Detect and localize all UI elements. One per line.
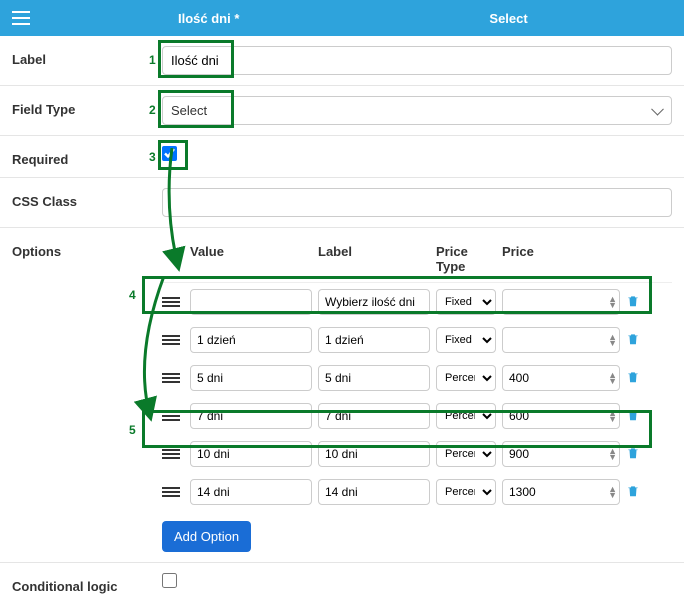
label-input[interactable] [162, 46, 672, 75]
trash-icon[interactable] [626, 373, 640, 388]
option-price-input[interactable] [502, 403, 620, 429]
option-label-input[interactable] [318, 327, 430, 353]
option-label-input[interactable] [318, 403, 430, 429]
annotation-2: 2 [149, 103, 156, 117]
option-value-input[interactable] [190, 289, 312, 315]
conditional-checkbox[interactable] [162, 573, 177, 588]
required-checkbox[interactable] [162, 146, 177, 161]
drag-handle-icon[interactable] [162, 297, 180, 307]
drag-handle-icon[interactable] [162, 373, 180, 383]
trash-icon[interactable] [626, 487, 640, 502]
option-pricetype-select[interactable]: FixedPercent [436, 479, 496, 505]
fieldtype-caption: Field Type [12, 96, 162, 117]
options-col-value: Value [190, 244, 312, 274]
option-row: FixedPercent▲▼ [162, 283, 672, 321]
option-pricetype-select[interactable]: FixedPercent [436, 365, 496, 391]
option-value-input[interactable] [190, 403, 312, 429]
drag-handle-icon[interactable] [162, 411, 180, 421]
option-price-input[interactable] [502, 365, 620, 391]
annotation-4: 4 [129, 288, 136, 302]
options-caption: Options [12, 238, 162, 259]
option-row: FixedPercent▲▼ [162, 435, 672, 473]
annotation-1: 1 [149, 53, 156, 67]
drag-handle-icon[interactable] [162, 335, 180, 345]
option-label-input[interactable] [318, 441, 430, 467]
annotation-3: 3 [149, 150, 156, 164]
row-required: Required 3 [0, 136, 684, 178]
fieldtype-select[interactable]: Select [162, 96, 672, 125]
hamburger-icon[interactable] [12, 11, 30, 25]
option-pricetype-select[interactable]: FixedPercent [436, 403, 496, 429]
option-value-input[interactable] [190, 327, 312, 353]
option-price-input[interactable] [502, 289, 620, 315]
header-field-type: Select [489, 11, 527, 26]
option-row: FixedPercent▲▼ [162, 359, 672, 397]
option-label-input[interactable] [318, 479, 430, 505]
option-price-input[interactable] [502, 441, 620, 467]
conditional-caption: Conditional logic [12, 573, 162, 594]
label-caption: Label [12, 46, 162, 67]
option-row: FixedPercent▲▼ [162, 321, 672, 359]
cssclass-caption: CSS Class [12, 188, 162, 209]
options-header: Value Label Price Type Price [162, 238, 672, 283]
trash-icon[interactable] [626, 297, 640, 312]
option-pricetype-select[interactable]: FixedPercent [436, 327, 496, 353]
add-option-button[interactable]: Add Option [162, 521, 251, 552]
trash-icon[interactable] [626, 449, 640, 464]
options-col-label: Label [318, 244, 430, 274]
options-col-pricetype: Price Type [436, 244, 496, 274]
option-price-input[interactable] [502, 327, 620, 353]
option-value-input[interactable] [190, 441, 312, 467]
option-row: FixedPercent▲▼ [162, 397, 672, 435]
cssclass-input[interactable] [162, 188, 672, 217]
trash-icon[interactable] [626, 411, 640, 426]
option-price-input[interactable] [502, 479, 620, 505]
option-label-input[interactable] [318, 365, 430, 391]
row-fieldtype: Field Type 2 Select [0, 86, 684, 136]
option-value-input[interactable] [190, 365, 312, 391]
row-cssclass: CSS Class [0, 178, 684, 228]
option-pricetype-select[interactable]: FixedPercent [436, 441, 496, 467]
trash-icon[interactable] [626, 335, 640, 350]
drag-handle-icon[interactable] [162, 449, 180, 459]
annotation-5: 5 [129, 423, 136, 437]
options-col-price: Price [502, 244, 620, 274]
option-row: FixedPercent▲▼ [162, 473, 672, 511]
option-pricetype-select[interactable]: FixedPercent [436, 289, 496, 315]
required-caption: Required [12, 146, 162, 167]
row-label: Label 1 [0, 36, 684, 86]
option-label-input[interactable] [318, 289, 430, 315]
drag-handle-icon[interactable] [162, 487, 180, 497]
panel-header: Ilość dni * Select [0, 0, 684, 36]
header-field-title: Ilość dni * [178, 11, 239, 26]
option-value-input[interactable] [190, 479, 312, 505]
row-options: Options 4 5 Value Label Price Type [0, 228, 684, 563]
row-conditional: Conditional logic [0, 563, 684, 604]
